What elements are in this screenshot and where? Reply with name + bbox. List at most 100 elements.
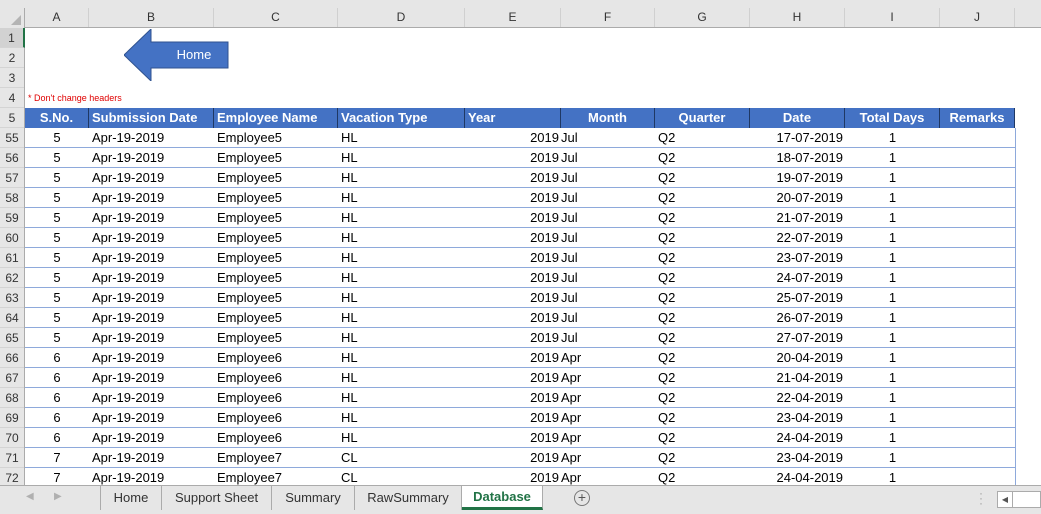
- cell-date[interactable]: 23-07-2019: [750, 248, 845, 267]
- cell-quarter[interactable]: Q2: [655, 308, 750, 327]
- cell-quarter[interactable]: Q2: [655, 148, 750, 167]
- row-header[interactable]: 4: [0, 88, 24, 108]
- cell-submission[interactable]: Apr-19-2019: [89, 248, 214, 267]
- header-cell-remarks[interactable]: Remarks: [940, 108, 1015, 128]
- cell-days[interactable]: 1: [845, 228, 940, 247]
- cell-date[interactable]: 21-04-2019: [750, 368, 845, 387]
- cell-employee[interactable]: Employee5: [214, 228, 338, 247]
- cell-sno[interactable]: 7: [25, 468, 89, 485]
- cell-remarks[interactable]: [940, 268, 1015, 287]
- row-header[interactable]: 2: [0, 48, 24, 68]
- header-cell-date[interactable]: Date: [750, 108, 845, 128]
- cell-submission[interactable]: Apr-19-2019: [89, 128, 214, 147]
- cell-date[interactable]: 24-04-2019: [750, 428, 845, 447]
- cell-remarks[interactable]: [940, 248, 1015, 267]
- cell-year[interactable]: 2019: [465, 388, 561, 407]
- cell-year[interactable]: 2019: [465, 208, 561, 227]
- cell-sno[interactable]: 5: [25, 248, 89, 267]
- cell-employee[interactable]: Employee5: [214, 328, 338, 347]
- cell-type[interactable]: HL: [338, 248, 465, 267]
- cell-month[interactable]: Jul: [558, 168, 652, 187]
- row-header[interactable]: 65: [0, 328, 24, 348]
- cell-quarter[interactable]: Q2: [655, 468, 750, 485]
- cell-sno[interactable]: 5: [25, 148, 89, 167]
- header-cell-s-no[interactable]: S.No.: [25, 108, 89, 128]
- sheet-tab-support-sheet[interactable]: Support Sheet: [162, 486, 272, 510]
- row-header[interactable]: 66: [0, 348, 24, 368]
- cell-date[interactable]: 21-07-2019: [750, 208, 845, 227]
- cell-remarks[interactable]: [940, 148, 1015, 167]
- cell-quarter[interactable]: Q2: [655, 268, 750, 287]
- cell-date[interactable]: 18-07-2019: [750, 148, 845, 167]
- cell-quarter[interactable]: Q2: [655, 208, 750, 227]
- cell-quarter[interactable]: Q2: [655, 368, 750, 387]
- cell-type[interactable]: HL: [338, 308, 465, 327]
- cell-type[interactable]: HL: [338, 368, 465, 387]
- cell-employee[interactable]: Employee7: [214, 468, 338, 485]
- cell-date[interactable]: 22-04-2019: [750, 388, 845, 407]
- row-header[interactable]: 62: [0, 268, 24, 288]
- cell-sno[interactable]: 5: [25, 128, 89, 147]
- cell-days[interactable]: 1: [845, 148, 940, 167]
- cell-days[interactable]: 1: [845, 408, 940, 427]
- cell-type[interactable]: HL: [338, 348, 465, 367]
- cell-date[interactable]: 23-04-2019: [750, 408, 845, 427]
- header-cell-total-days[interactable]: Total Days: [845, 108, 940, 128]
- cell-remarks[interactable]: [940, 128, 1015, 147]
- cell-employee[interactable]: Employee5: [214, 188, 338, 207]
- cell-type[interactable]: HL: [338, 228, 465, 247]
- cell-remarks[interactable]: [940, 408, 1015, 427]
- cell-year[interactable]: 2019: [465, 428, 561, 447]
- column-header-b[interactable]: B: [89, 8, 214, 27]
- cell-submission[interactable]: Apr-19-2019: [89, 288, 214, 307]
- cell-employee[interactable]: Employee5: [214, 208, 338, 227]
- cell-quarter[interactable]: Q2: [655, 448, 750, 467]
- cell-days[interactable]: 1: [845, 288, 940, 307]
- home-arrow-button[interactable]: Home: [123, 27, 229, 83]
- cell-quarter[interactable]: Q2: [655, 248, 750, 267]
- cell-employee[interactable]: Employee5: [214, 268, 338, 287]
- row-header[interactable]: 63: [0, 288, 24, 308]
- cell-year[interactable]: 2019: [465, 348, 561, 367]
- column-header-f[interactable]: F: [561, 8, 655, 27]
- cell-employee[interactable]: Employee6: [214, 428, 338, 447]
- cell-submission[interactable]: Apr-19-2019: [89, 428, 214, 447]
- row-header[interactable]: 68: [0, 388, 24, 408]
- cell-days[interactable]: 1: [845, 468, 940, 485]
- cell-month[interactable]: Apr: [558, 468, 652, 485]
- cell-year[interactable]: 2019: [465, 448, 561, 467]
- row-header[interactable]: 67: [0, 368, 24, 388]
- cell-date[interactable]: 24-07-2019: [750, 268, 845, 287]
- horizontal-scrollbar[interactable]: ◀: [997, 491, 1041, 508]
- sheet-tab-rawsummary[interactable]: RawSummary: [355, 486, 462, 510]
- cell-employee[interactable]: Employee6: [214, 408, 338, 427]
- cell-quarter[interactable]: Q2: [655, 408, 750, 427]
- cell-date[interactable]: 25-07-2019: [750, 288, 845, 307]
- cell-month[interactable]: Apr: [558, 388, 652, 407]
- cell-month[interactable]: Apr: [558, 408, 652, 427]
- scroll-left-icon[interactable]: ◀: [998, 492, 1013, 507]
- cell-month[interactable]: Jul: [558, 288, 652, 307]
- cell-days[interactable]: 1: [845, 348, 940, 367]
- cell-sno[interactable]: 6: [25, 428, 89, 447]
- cell-remarks[interactable]: [940, 168, 1015, 187]
- cell-employee[interactable]: Employee5: [214, 168, 338, 187]
- cell-employee[interactable]: Employee5: [214, 248, 338, 267]
- cell-date[interactable]: 19-07-2019: [750, 168, 845, 187]
- cell-quarter[interactable]: Q2: [655, 328, 750, 347]
- cell-sno[interactable]: 5: [25, 188, 89, 207]
- cell-days[interactable]: 1: [845, 208, 940, 227]
- cell-date[interactable]: 27-07-2019: [750, 328, 845, 347]
- cell-year[interactable]: 2019: [465, 268, 561, 287]
- cell-type[interactable]: CL: [338, 468, 465, 485]
- cell-type[interactable]: HL: [338, 188, 465, 207]
- add-sheet-icon[interactable]: +: [574, 490, 590, 506]
- next-sheet-icon[interactable]: ▶: [54, 491, 62, 502]
- cell-submission[interactable]: Apr-19-2019: [89, 368, 214, 387]
- cell-employee[interactable]: Employee5: [214, 308, 338, 327]
- cell-employee[interactable]: Employee5: [214, 148, 338, 167]
- column-header-e[interactable]: E: [465, 8, 561, 27]
- column-header-g[interactable]: G: [655, 8, 750, 27]
- cell-type[interactable]: HL: [338, 408, 465, 427]
- cell-remarks[interactable]: [940, 328, 1015, 347]
